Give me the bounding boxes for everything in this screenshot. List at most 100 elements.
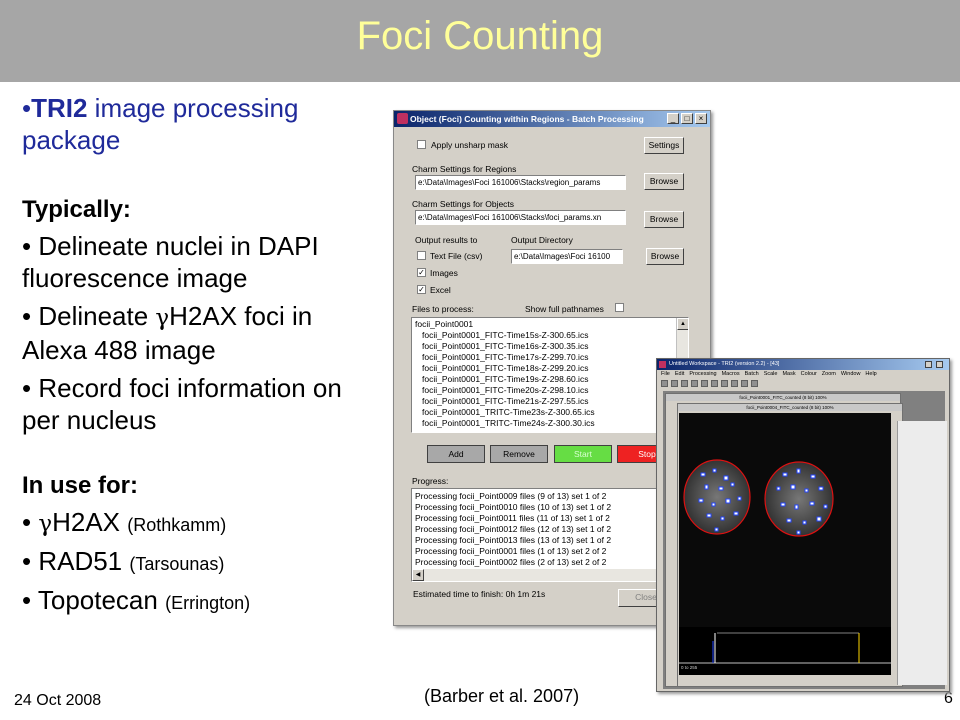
menu-macros[interactable]: Macros	[722, 371, 740, 377]
menu-help[interactable]: Help	[865, 371, 876, 377]
menu-mask[interactable]: Mask	[782, 371, 795, 377]
list-item[interactable]: focii_Point0001_FITC-Time17s-Z-299.70.ic…	[422, 352, 588, 362]
intro-bullet: •TRI2 image processing	[22, 93, 299, 123]
slide-title: Foci Counting	[356, 14, 604, 58]
estimate-text: Estimated time to finish: 0h 1m 21s	[413, 589, 546, 599]
list-item[interactable]: focii_Point0001_FITC-Time15s-Z-300.65.ic…	[422, 330, 588, 340]
tri2-minimize-icon[interactable]	[925, 361, 932, 368]
print-icon[interactable]	[691, 380, 698, 387]
cut-icon[interactable]	[701, 380, 708, 387]
list-item[interactable]: focii_Point0001_TRITC-Time24s-Z-300.30.i…	[422, 418, 595, 428]
files-listbox[interactable]: focii_Point0001 focii_Point0001_FITC-Tim…	[411, 317, 689, 433]
save-icon[interactable]	[681, 380, 688, 387]
tri2-title-bar[interactable]: Untitled Workspace - TRI2 (version 2.2) …	[657, 359, 949, 370]
output-dir-label: Output Directory	[511, 235, 573, 245]
progress-label: Progress:	[412, 476, 449, 486]
list-item[interactable]: focii_Point0001_FITC-Time16s-Z-300.35.ic…	[422, 341, 588, 351]
use-topotecan: • Topotecan (Errington)	[22, 585, 251, 615]
textfile-label: Text File (csv)	[430, 251, 483, 261]
typically-heading: Typically:	[22, 196, 131, 223]
textfile-checkbox[interactable]	[417, 251, 426, 260]
images-label: Images	[430, 268, 458, 278]
images-checkbox[interactable]: ✓	[417, 268, 426, 277]
log-hscrollbar[interactable]: ◀	[412, 569, 688, 581]
zoom-in-icon[interactable]	[741, 380, 748, 387]
histogram-label: 0 to 255	[681, 665, 698, 670]
bullet-delineate-nuclei: • Delineate nuclei in DAPI fluorescence i…	[22, 231, 319, 293]
excel-label: Excel	[430, 285, 451, 295]
unsharp-mask-label: Apply unsharp mask	[431, 140, 509, 150]
bullet-text: •TRI2 image processing package Typically…	[22, 92, 382, 619]
tri2-toolbar	[661, 380, 861, 389]
show-full-checkbox[interactable]	[615, 303, 624, 312]
scroll-up-icon[interactable]: ▲	[677, 318, 688, 330]
log-line: Processing focii_Point0011 files (11 of …	[415, 513, 610, 523]
list-item[interactable]: focii_Point0001_FITC-Time21s-Z-297.55.ic…	[422, 396, 588, 406]
log-line: Processing focii_Point0009 files (9 of 1…	[415, 491, 607, 501]
menu-window[interactable]: Window	[841, 371, 861, 377]
tri2-side-panel	[897, 421, 947, 685]
menu-processing[interactable]: Processing	[689, 371, 716, 377]
image-window-front-title[interactable]: focii_Point0004_FITC_counted (8 bit) 100…	[678, 404, 902, 411]
list-item[interactable]: focii_Point0001_FITC-Time18s-Z-299.20.ic…	[422, 363, 588, 373]
new-icon[interactable]	[661, 380, 668, 387]
intro-line2: package	[22, 125, 121, 155]
menu-batch[interactable]: Batch	[745, 371, 759, 377]
app-icon	[397, 113, 408, 124]
list-item[interactable]: focii_Point0001_FITC-Time20s-Z-298.10.ic…	[422, 385, 588, 395]
log-line: Processing focii_Point0012 files (12 of …	[415, 524, 612, 534]
open-icon[interactable]	[671, 380, 678, 387]
footer-date: 24 Oct 2008	[14, 692, 102, 709]
remove-button[interactable]: Remove	[490, 445, 548, 463]
menu-edit[interactable]: Edit	[675, 371, 684, 377]
tri2-close-icon[interactable]	[936, 361, 943, 368]
settings-button[interactable]: Settings	[644, 137, 684, 154]
menu-scale[interactable]: Scale	[764, 371, 778, 377]
objects-label: Charm Settings for Objects	[412, 199, 515, 209]
scroll-left-icon[interactable]: ◀	[412, 569, 424, 581]
use-gh2ax: • γH2AX (Rothkamm)	[22, 507, 227, 537]
footer-citation: (Barber et al. 2007)	[424, 686, 580, 706]
copy-icon[interactable]	[711, 380, 718, 387]
log-line: Processing focii_Point0002 files (2 of 1…	[415, 557, 607, 567]
regions-label: Charm Settings for Regions	[412, 164, 517, 174]
show-full-label: Show full pathnames	[525, 304, 604, 314]
page-number: 6	[944, 690, 953, 707]
menu-zoom[interactable]: Zoom	[822, 371, 836, 377]
browse-regions-button[interactable]: Browse	[644, 173, 684, 190]
tri2-window: Untitled Workspace - TRI2 (version 2.2) …	[656, 358, 950, 692]
list-item[interactable]: focii_Point0001	[415, 319, 473, 329]
output-dir-field[interactable]: e:\Data\Images\Foci 16100	[511, 249, 623, 264]
list-item[interactable]: focii_Point0001_FITC-Time19s-Z-298.60.ic…	[422, 374, 588, 384]
log-line: Processing focii_Point0010 files (10 of …	[415, 502, 612, 512]
output-results-label: Output results to	[415, 235, 478, 245]
minimize-button[interactable]: _	[667, 113, 679, 124]
unsharp-mask-checkbox[interactable]	[417, 140, 426, 149]
list-item[interactable]: focii_Point0001_TRITC-Time23s-Z-300.65.i…	[422, 407, 595, 417]
foci-image[interactable]	[679, 413, 891, 627]
start-button[interactable]: Start	[554, 445, 612, 463]
objects-path-field[interactable]: e:\Data\Images\Foci 161006\Stacks\foci_p…	[415, 210, 626, 225]
zoom-out-icon[interactable]	[751, 380, 758, 387]
menu-file[interactable]: File	[661, 371, 670, 377]
log-line: Processing focii_Point0001 files (1 of 1…	[415, 546, 607, 556]
menu-colour[interactable]: Colour	[801, 371, 817, 377]
dialog-title: Object (Foci) Counting within Regions - …	[410, 114, 644, 124]
bullet-delineate-foci: • Delineate γH2AX foci in Alexa 488 image	[22, 301, 313, 365]
paste-icon[interactable]	[721, 380, 728, 387]
tri2-app-icon	[659, 361, 666, 368]
regions-path-field[interactable]: e:\Data\Images\Foci 161006\Stacks\region…	[415, 175, 626, 190]
image-icon[interactable]	[731, 380, 738, 387]
dialog-title-bar[interactable]: Object (Foci) Counting within Regions - …	[394, 111, 710, 127]
use-rad51: • RAD51 (Tarsounas)	[22, 546, 225, 576]
excel-checkbox[interactable]: ✓	[417, 285, 426, 294]
browse-objects-button[interactable]: Browse	[644, 211, 684, 228]
close-window-button[interactable]: ×	[695, 113, 707, 124]
image-window-back-title[interactable]: focii_Point0001_FITC_counted (8 bit) 100…	[666, 394, 900, 401]
browse-output-button[interactable]: Browse	[646, 248, 684, 265]
add-button[interactable]: Add	[427, 445, 485, 463]
progress-log[interactable]: Processing focii_Point0009 files (9 of 1…	[411, 488, 689, 582]
maximize-button[interactable]: □	[681, 113, 693, 124]
bullet-record-foci: • Record foci information on per nucleus	[22, 373, 342, 435]
files-label: Files to process:	[412, 304, 474, 314]
